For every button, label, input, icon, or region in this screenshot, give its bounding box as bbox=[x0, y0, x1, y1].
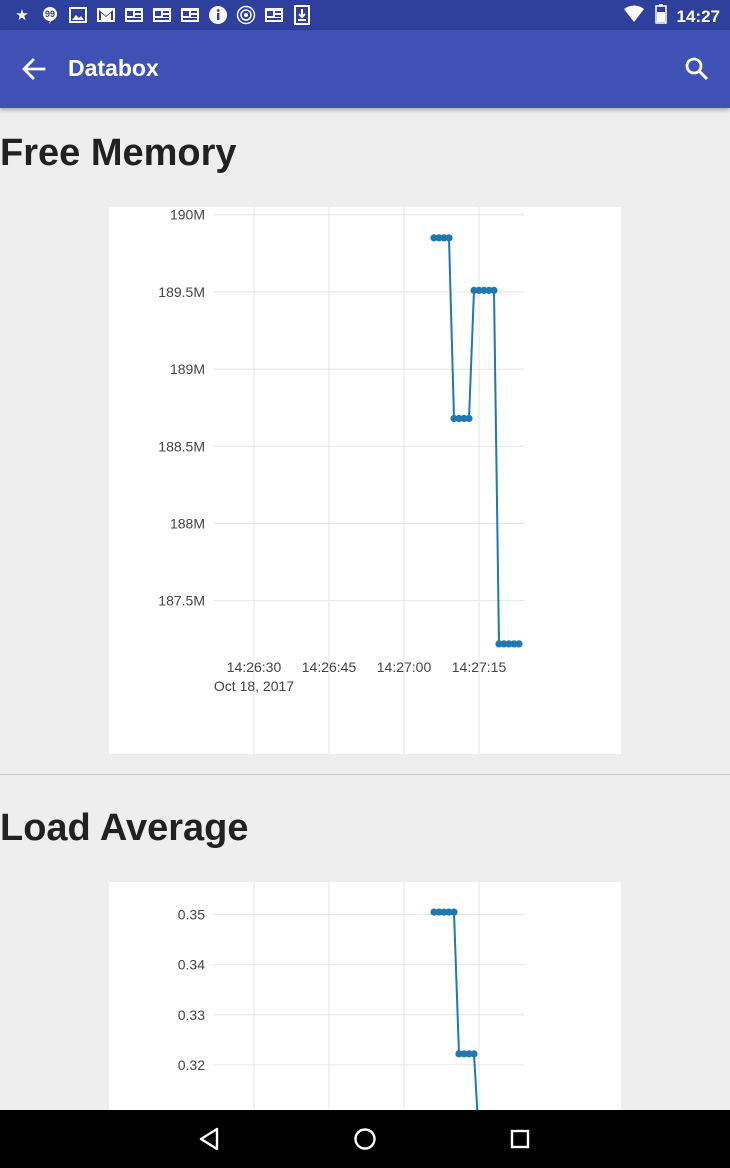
data-point bbox=[490, 286, 498, 294]
y-tick-label: 0.32 bbox=[178, 1057, 205, 1073]
data-point bbox=[450, 908, 458, 916]
system-icons: 14:27 bbox=[623, 4, 720, 29]
free-memory-chart-card: 187.5M 188M 188.5M 189M 189.5M 190M 14:26:30 Oc… bbox=[109, 207, 621, 754]
status-bar: ★ 99 14:27 bbox=[0, 0, 730, 30]
svg-text:99: 99 bbox=[45, 9, 55, 19]
data-point bbox=[470, 1050, 478, 1058]
app-bar: Databox bbox=[0, 30, 730, 108]
battery-icon bbox=[654, 4, 667, 29]
x-tick-sublabel: Oct 18, 2017 bbox=[214, 678, 294, 694]
app-title: Databox bbox=[68, 55, 159, 81]
back-triangle-icon[interactable] bbox=[195, 1124, 225, 1154]
data-point bbox=[515, 640, 523, 648]
y-tick-label: 188M bbox=[170, 515, 205, 531]
section-title-free-memory: Free Memory bbox=[0, 132, 237, 174]
news-icon bbox=[180, 5, 200, 25]
back-arrow-icon[interactable] bbox=[20, 57, 48, 81]
load-average-chart: 0.32 0.33 0.34 0.35 bbox=[178, 882, 524, 1141]
star-icon: ★ bbox=[15, 7, 29, 24]
news-icon bbox=[264, 5, 284, 25]
series-line bbox=[434, 911, 480, 1141]
download-icon bbox=[292, 5, 312, 25]
section-title-load-average: Load Average bbox=[0, 807, 249, 849]
home-circle-icon[interactable] bbox=[350, 1124, 380, 1154]
wifi-icon bbox=[623, 5, 645, 28]
y-tick-label: 187.5M bbox=[158, 593, 205, 609]
info-icon bbox=[208, 5, 228, 25]
section-divider bbox=[0, 774, 730, 775]
hangouts-icon: 99 bbox=[40, 5, 60, 25]
load-average-chart-card: 0.32 0.33 0.34 0.35 bbox=[109, 882, 621, 1141]
image-icon bbox=[68, 5, 88, 25]
data-point bbox=[465, 414, 473, 423]
gmail-icon bbox=[96, 5, 116, 25]
x-tick-label: 14:26:30 bbox=[227, 659, 282, 675]
news-icon bbox=[152, 5, 172, 25]
y-tick-label: 0.35 bbox=[178, 907, 205, 923]
data-point bbox=[445, 234, 453, 242]
x-tick-label: 14:27:15 bbox=[452, 659, 507, 675]
y-tick-label: 188.5M bbox=[158, 438, 205, 454]
y-tick-label: 0.33 bbox=[178, 1007, 205, 1023]
search-icon[interactable] bbox=[684, 56, 710, 82]
y-tick-label: 0.34 bbox=[178, 957, 205, 973]
series-line bbox=[434, 236, 519, 645]
notification-icons: ★ 99 bbox=[12, 5, 312, 25]
x-tick-label: 14:27:00 bbox=[377, 659, 432, 675]
recents-square-icon[interactable] bbox=[505, 1124, 535, 1154]
news-icon bbox=[124, 5, 144, 25]
free-memory-chart: 187.5M 188M 188.5M 189M 189.5M 190M 14:26:30 Oc… bbox=[158, 207, 524, 754]
y-tick-label: 190M bbox=[170, 207, 205, 223]
y-tick-label: 189M bbox=[170, 361, 205, 377]
status-time: 14:27 bbox=[676, 6, 720, 26]
broadcast-icon bbox=[236, 5, 256, 25]
y-tick-label: 189.5M bbox=[158, 284, 205, 300]
navigation-bar bbox=[0, 1110, 730, 1168]
x-tick-label: 14:26:45 bbox=[302, 659, 357, 675]
